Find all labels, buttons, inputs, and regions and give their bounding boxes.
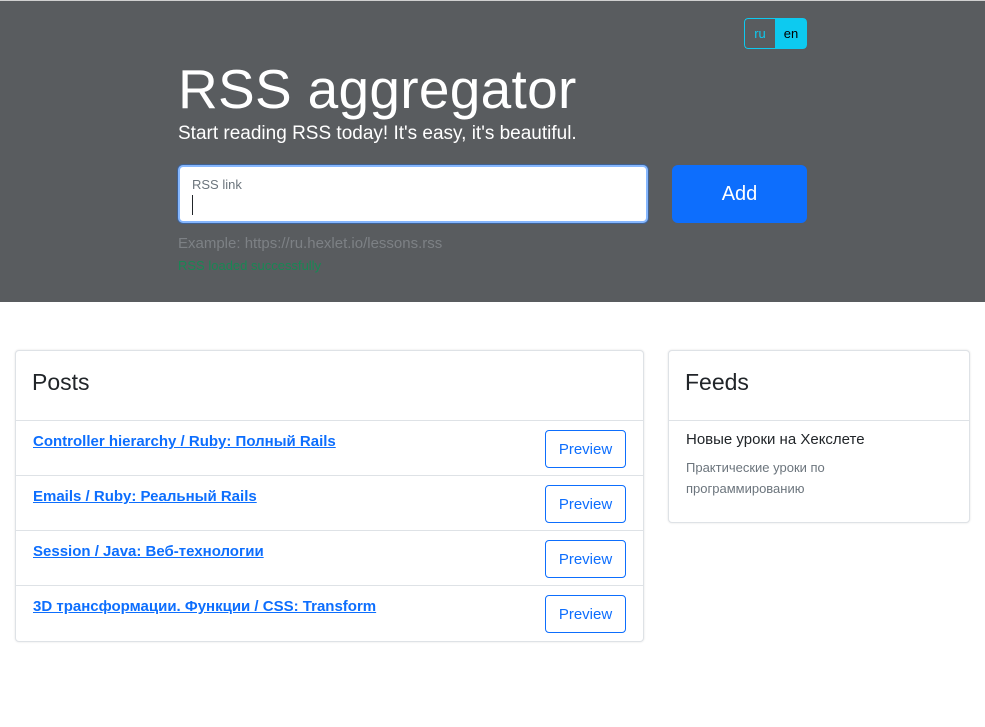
feeds-card: Feeds Новые уроки на Хекслете Практическ…	[668, 350, 970, 523]
feed-item: Новые уроки на Хекслете Практические уро…	[686, 431, 956, 499]
preview-button[interactable]: Preview	[545, 430, 626, 468]
feeds-heading: Feeds	[685, 369, 749, 395]
add-button[interactable]: Add	[672, 165, 807, 223]
list-item: 3D трансформации. Функции / CSS: Transfo…	[16, 586, 643, 641]
posts-heading: Posts	[32, 369, 90, 395]
list-item: Session / Java: Веб-технологии Preview	[16, 531, 643, 586]
language-switcher: ru en	[744, 18, 807, 49]
preview-button[interactable]: Preview	[545, 540, 626, 578]
list-item: Controller hierarchy / Ruby: Полный Rail…	[16, 421, 643, 476]
post-link[interactable]: 3D трансформации. Функции / CSS: Transfo…	[33, 598, 376, 615]
lang-ru-button[interactable]: ru	[744, 18, 775, 49]
feed-title: Новые уроки на Хекслете	[686, 431, 865, 448]
divider	[669, 420, 969, 421]
preview-button[interactable]: Preview	[545, 595, 626, 633]
example-hint: Example: https://ru.hexlet.io/lessons.rs…	[178, 235, 443, 252]
hero-section: ru en RSS aggregator Start reading RSS t…	[0, 0, 985, 302]
page-subtitle: Start reading RSS today! It's easy, it's…	[178, 123, 577, 144]
post-link[interactable]: Emails / Ruby: Реальный Rails	[33, 488, 257, 505]
posts-list: Controller hierarchy / Ruby: Полный Rail…	[16, 421, 643, 641]
text-caret	[192, 195, 193, 215]
page-title: RSS aggregator	[178, 58, 577, 120]
lang-en-button[interactable]: en	[775, 18, 807, 49]
rss-link-label: RSS link	[192, 177, 242, 192]
rss-link-input[interactable]	[190, 193, 630, 217]
list-item: Emails / Ruby: Реальный Rails Preview	[16, 476, 643, 531]
post-link[interactable]: Session / Java: Веб-технологии	[33, 543, 264, 560]
rss-link-field[interactable]: RSS link	[178, 165, 648, 223]
preview-button[interactable]: Preview	[545, 485, 626, 523]
feed-description: Практические уроки по программированию	[686, 460, 825, 496]
feedback-message: RSS loaded successfully	[178, 258, 322, 273]
post-link[interactable]: Controller hierarchy / Ruby: Полный Rail…	[33, 433, 336, 450]
posts-card: Posts Controller hierarchy / Ruby: Полны…	[15, 350, 644, 642]
